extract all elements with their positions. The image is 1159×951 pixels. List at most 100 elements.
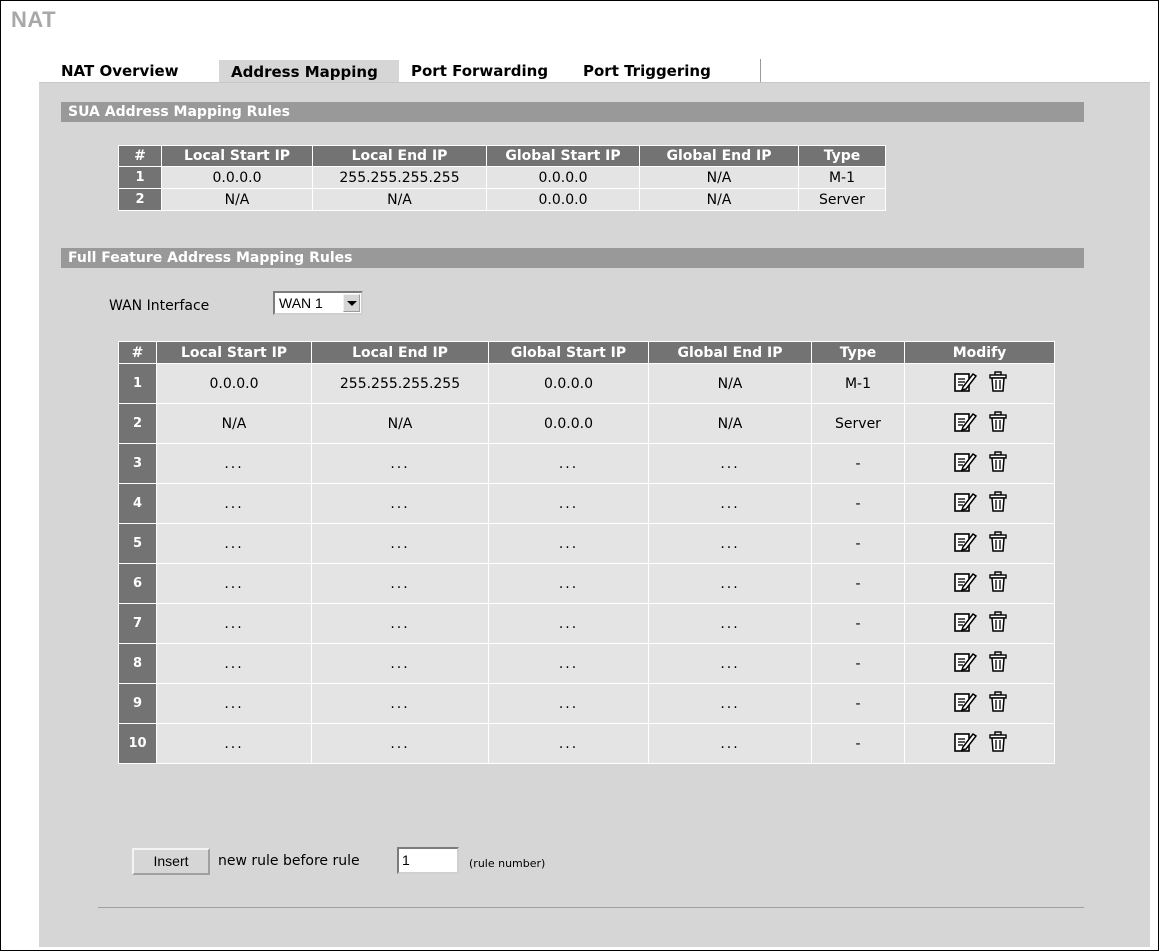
table-cell: - bbox=[811, 683, 905, 724]
edit-icon[interactable] bbox=[953, 731, 977, 757]
table-cell: M-1 bbox=[811, 363, 905, 404]
modify-cell bbox=[904, 683, 1055, 724]
edit-icon[interactable] bbox=[953, 651, 977, 677]
column-header: Type bbox=[811, 341, 905, 364]
column-header: Local End IP bbox=[312, 145, 487, 167]
chevron-down-icon[interactable] bbox=[343, 294, 360, 312]
table-cell: ... bbox=[648, 603, 812, 644]
column-header: Type bbox=[798, 145, 886, 167]
table-row: 8............ - bbox=[118, 643, 1055, 684]
trash-icon[interactable] bbox=[988, 690, 1007, 717]
table-cell: ... bbox=[156, 723, 312, 764]
table-cell: - bbox=[811, 483, 905, 524]
modify-cell bbox=[904, 363, 1055, 404]
table-cell: ... bbox=[156, 683, 312, 724]
wan-interface-select[interactable]: WAN 1 bbox=[273, 291, 363, 315]
table-cell: ... bbox=[488, 563, 649, 604]
modify-cell bbox=[904, 483, 1055, 524]
row-number: 2 bbox=[118, 188, 162, 211]
table-cell: - bbox=[811, 723, 905, 764]
table-cell: N/A bbox=[311, 403, 489, 444]
column-header: Global Start IP bbox=[486, 145, 640, 167]
full-feature-section-title: Full Feature Address Mapping Rules bbox=[61, 248, 1084, 268]
column-header: Modify bbox=[904, 341, 1055, 364]
trash-icon[interactable] bbox=[988, 610, 1007, 637]
table-cell: ... bbox=[648, 443, 812, 484]
rule-number-input[interactable]: 1 bbox=[397, 847, 459, 874]
trash-icon[interactable] bbox=[988, 450, 1007, 477]
edit-icon[interactable] bbox=[953, 571, 977, 597]
table-cell: ... bbox=[311, 483, 489, 524]
row-number: 2 bbox=[118, 403, 157, 444]
table-cell: ... bbox=[648, 563, 812, 604]
table-cell: N/A bbox=[639, 166, 799, 189]
rule-number-hint: (rule number) bbox=[469, 857, 546, 870]
edit-icon[interactable] bbox=[953, 531, 977, 557]
table-cell: - bbox=[811, 443, 905, 484]
trash-icon[interactable] bbox=[988, 530, 1007, 557]
table-cell: ... bbox=[488, 723, 649, 764]
modify-cell bbox=[904, 523, 1055, 564]
table-cell: - bbox=[811, 523, 905, 564]
sua-rules-table: # Local Start IP Local End IP Global Start … bbox=[118, 145, 886, 211]
row-number: 3 bbox=[118, 443, 157, 484]
trash-icon[interactable] bbox=[988, 490, 1007, 517]
tab-port-forwarding[interactable]: Port Forwarding bbox=[399, 59, 571, 83]
tab-port-triggering[interactable]: Port Triggering bbox=[571, 59, 761, 83]
trash-icon[interactable] bbox=[988, 410, 1007, 437]
insert-button[interactable]: Insert bbox=[132, 848, 210, 875]
column-header: # bbox=[118, 145, 162, 167]
table-header-row: # Local Start IP Local End IP Global Start … bbox=[118, 341, 1055, 364]
table-cell: 255.255.255.255 bbox=[311, 363, 489, 404]
table-cell: Server bbox=[811, 403, 905, 444]
table-cell: M-1 bbox=[798, 166, 886, 189]
table-cell: - bbox=[811, 563, 905, 604]
table-cell: 0.0.0.0 bbox=[156, 363, 312, 404]
column-header: Local Start IP bbox=[156, 341, 312, 364]
column-header: # bbox=[118, 341, 157, 364]
table-cell: N/A bbox=[648, 363, 812, 404]
page-title: NAT bbox=[11, 7, 57, 32]
edit-icon[interactable] bbox=[953, 371, 977, 397]
table-row: 2 N/A N/A 0.0.0.0 N/A Server bbox=[118, 403, 1055, 444]
trash-icon[interactable] bbox=[988, 370, 1007, 397]
edit-icon[interactable] bbox=[953, 691, 977, 717]
table-cell: ... bbox=[311, 683, 489, 724]
table-cell: ... bbox=[311, 723, 489, 764]
table-row: 7............ - bbox=[118, 603, 1055, 644]
table-row: 9............ - bbox=[118, 683, 1055, 724]
tab-nat-overview[interactable]: NAT Overview bbox=[49, 59, 219, 83]
row-number: 10 bbox=[118, 723, 157, 764]
table-row: 1 0.0.0.0 255.255.255.255 0.0.0.0 N/A M-1 bbox=[118, 363, 1055, 404]
table-cell: - bbox=[811, 643, 905, 684]
table-cell: ... bbox=[311, 523, 489, 564]
table-cell: ... bbox=[156, 603, 312, 644]
modify-cell bbox=[904, 563, 1055, 604]
table-cell: ... bbox=[311, 443, 489, 484]
row-number: 4 bbox=[118, 483, 157, 524]
table-row: 2 N/A N/A 0.0.0.0 N/A Server bbox=[118, 188, 886, 211]
table-cell: ... bbox=[488, 443, 649, 484]
table-cell: - bbox=[811, 603, 905, 644]
trash-icon[interactable] bbox=[988, 730, 1007, 757]
table-cell: 255.255.255.255 bbox=[312, 166, 487, 189]
table-cell: 0.0.0.0 bbox=[486, 166, 640, 189]
trash-icon[interactable] bbox=[988, 650, 1007, 677]
column-header: Local End IP bbox=[311, 341, 489, 364]
table-cell: ... bbox=[488, 683, 649, 724]
table-row: 10............ - bbox=[118, 723, 1055, 764]
trash-icon[interactable] bbox=[988, 570, 1007, 597]
edit-icon[interactable] bbox=[953, 491, 977, 517]
column-header: Global End IP bbox=[648, 341, 812, 364]
edit-icon[interactable] bbox=[953, 611, 977, 637]
row-number: 9 bbox=[118, 683, 157, 724]
table-cell: ... bbox=[156, 523, 312, 564]
table-cell: ... bbox=[311, 563, 489, 604]
table-cell: ... bbox=[311, 603, 489, 644]
tab-address-mapping[interactable]: Address Mapping bbox=[219, 59, 399, 83]
column-header: Global End IP bbox=[639, 145, 799, 167]
table-cell: N/A bbox=[312, 188, 487, 211]
edit-icon[interactable] bbox=[953, 451, 977, 477]
table-cell: 0.0.0.0 bbox=[486, 188, 640, 211]
edit-icon[interactable] bbox=[953, 411, 977, 437]
